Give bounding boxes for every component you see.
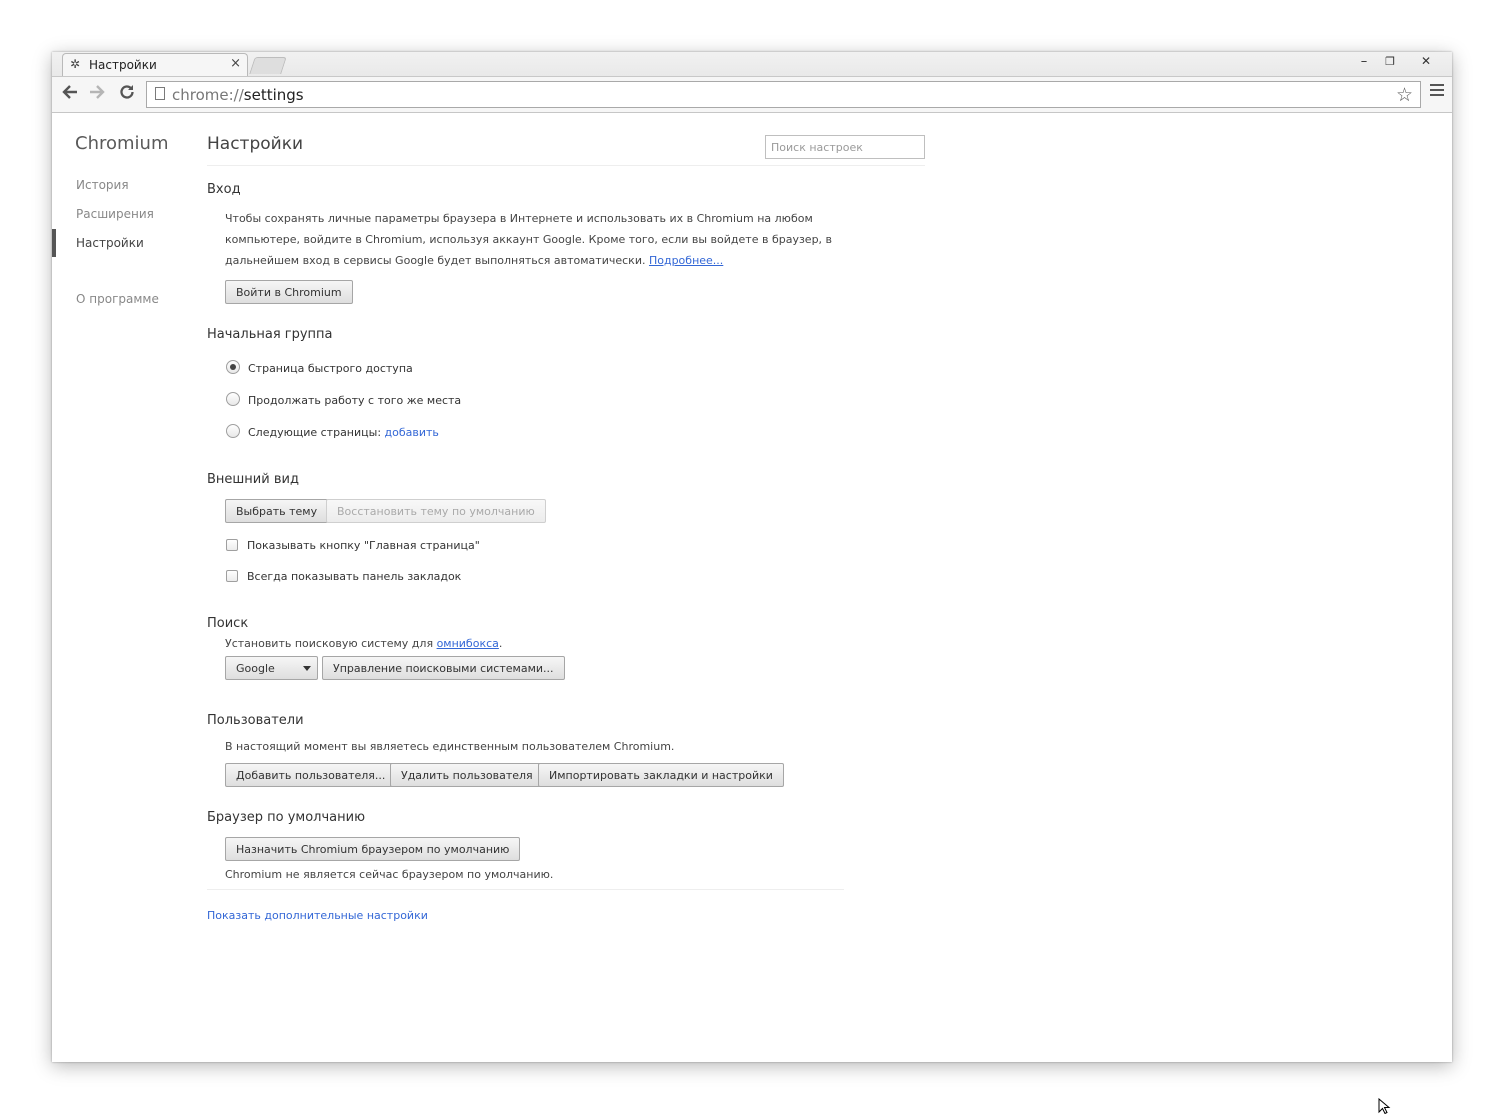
show-home-label: Показывать кнопку "Главная страница" [247, 539, 480, 552]
close-window-button[interactable]: ✕ [1416, 54, 1436, 68]
default-browser-status: Chromium не является сейчас браузером по… [225, 868, 554, 881]
forward-arrow-icon [90, 85, 105, 99]
menu-icon-bar [1430, 84, 1444, 86]
sidebar-item-about[interactable]: О программе [76, 292, 159, 306]
menu-icon-bar [1430, 89, 1444, 91]
divider [207, 165, 925, 166]
menu-icon-bar [1430, 94, 1444, 96]
startup-radio-new-tab[interactable] [226, 360, 240, 374]
settings-search-input[interactable] [765, 135, 925, 159]
signin-text-line-3: дальнейшем вход в сервисы Google будет в… [225, 254, 646, 267]
sidebar-item-settings[interactable]: Настройки [76, 236, 144, 250]
section-title-default-browser: Браузер по умолчанию [207, 810, 366, 825]
toolbar: chrome://settings ☆ [52, 76, 1452, 113]
remove-user-button[interactable]: Удалить пользователя [390, 763, 544, 787]
choose-theme-button[interactable]: Выбрать тему [225, 499, 329, 523]
omnibox[interactable]: chrome://settings ☆ [146, 81, 1421, 108]
sidebar-item-extensions[interactable]: Расширения [76, 207, 154, 221]
startup-radio-continue[interactable] [226, 392, 240, 406]
signin-text-line: дальнейшем вход в сервисы Google будет в… [225, 250, 832, 271]
reload-icon [120, 85, 134, 99]
signin-text: Чтобы сохранять личные параметры браузер… [225, 208, 832, 271]
startup-option-label: Страница быстрого доступа [248, 362, 413, 375]
forward-button[interactable] [88, 83, 106, 104]
tab-strip: ✲ Настройки × – ❐ ✕ [52, 52, 1452, 76]
show-bookmarks-label: Всегда показывать панель закладок [247, 570, 462, 583]
sidebar-brand: Chromium [75, 133, 169, 154]
startup-option-label: Продолжать работу с того же места [248, 394, 462, 407]
startup-pages-label: Следующие страницы: [248, 426, 382, 439]
learn-more-link[interactable]: Подробнее... [649, 254, 723, 267]
show-advanced-settings-link[interactable]: Показать дополнительные настройки [207, 905, 428, 926]
url-scheme: chrome:// [172, 86, 244, 104]
section-title-signin: Вход [207, 182, 241, 197]
tab-title: Настройки [89, 58, 157, 72]
add-user-button[interactable]: Добавить пользователя... [225, 763, 397, 787]
back-button[interactable] [61, 83, 79, 104]
section-title-appearance: Внешний вид [207, 472, 299, 487]
manage-search-engines-button[interactable]: Управление поисковыми системами... [322, 656, 565, 680]
add-pages-link[interactable]: добавить [385, 426, 439, 439]
search-engine-select[interactable]: Google [225, 656, 318, 680]
page-title: Настройки [207, 134, 304, 154]
users-text: В настоящий момент вы являетесь единстве… [225, 740, 675, 753]
bookmark-star-icon[interactable]: ☆ [1396, 84, 1413, 106]
show-bookmarks-checkbox[interactable] [226, 570, 238, 582]
divider [207, 889, 844, 890]
tab-close-icon[interactable]: × [230, 56, 241, 71]
search-engine-value: Google [236, 662, 275, 675]
section-title-startup: Начальная группа [207, 327, 333, 342]
mouse-cursor-icon [1378, 1098, 1391, 1114]
make-default-browser-button[interactable]: Назначить Chromium браузером по умолчани… [225, 837, 521, 861]
new-tab-button[interactable] [249, 57, 287, 74]
signin-text-line: Чтобы сохранять личные параметры браузер… [225, 212, 813, 225]
settings-page: Chromium История Расширения Настройки О … [52, 113, 1452, 1062]
page-icon [155, 87, 165, 100]
search-text: Установить поисковую систему для омнибок… [225, 633, 502, 654]
back-arrow-icon [62, 85, 77, 99]
startup-option-label: Следующие страницы: добавить [248, 426, 439, 439]
minimize-button[interactable]: – [1354, 54, 1374, 69]
section-title-search: Поиск [207, 616, 249, 631]
reload-button[interactable] [118, 83, 136, 104]
omnibox-link[interactable]: омнибокса [437, 637, 499, 650]
signin-button[interactable]: Войти в Chromium [225, 280, 353, 304]
section-title-users: Пользователи [207, 713, 304, 728]
maximize-button[interactable]: ❐ [1380, 55, 1400, 68]
search-text-end: . [498, 637, 503, 650]
tab-settings[interactable]: ✲ Настройки × [62, 53, 248, 76]
search-description: Установить поисковую систему для [225, 637, 434, 650]
show-home-checkbox[interactable] [226, 539, 238, 551]
gear-icon: ✲ [70, 57, 81, 71]
url-path: settings [243, 86, 304, 104]
dropdown-arrow-icon [303, 666, 311, 671]
sidebar-selection-indicator [52, 229, 56, 257]
startup-radio-pages[interactable] [226, 424, 240, 438]
chrome-menu-button[interactable] [1430, 84, 1444, 99]
reset-theme-button[interactable]: Восстановить тему по умолчанию [326, 499, 546, 523]
browser-window: ✲ Настройки × – ❐ ✕ chrome://settings ☆ [52, 52, 1452, 1062]
import-bookmarks-button[interactable]: Импортировать закладки и настройки [538, 763, 784, 787]
sidebar-item-history[interactable]: История [76, 178, 129, 192]
url-text: chrome://settings [172, 86, 304, 104]
signin-text-line: компьютере, войдите в Chromium, использу… [225, 233, 833, 246]
